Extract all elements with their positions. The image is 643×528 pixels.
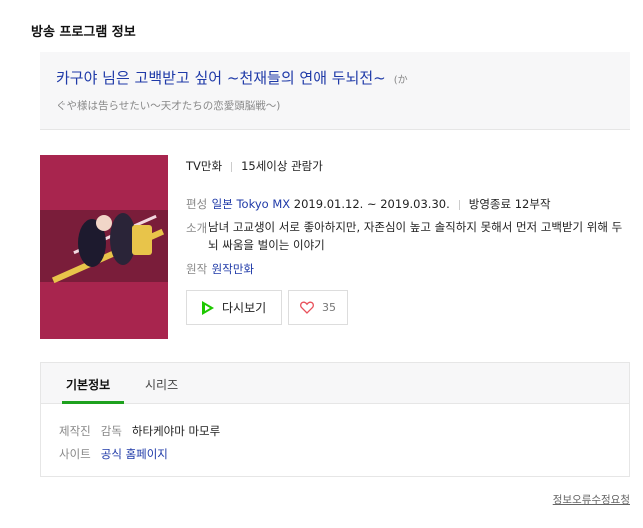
tab-series[interactable]: 시리즈 xyxy=(145,376,178,393)
poster-figure xyxy=(132,225,152,255)
play-icon xyxy=(200,300,216,316)
broadcast-period: 2019.01.12. ~ 2019.03.30. xyxy=(293,197,450,211)
rating-text: 15세이상 관람가 xyxy=(241,159,323,173)
like-count: 35 xyxy=(322,301,336,314)
director-name: 하타케야마 마모루 xyxy=(131,424,221,438)
production-row: 제작진 감독 하타케야마 마모루 xyxy=(59,423,220,439)
program-original-title-start: (か xyxy=(393,75,408,86)
program-title-box: 카구야 님은 고백받고 싶어 ~천재들의 연애 두뇌전~ (か ぐや様は告らせたい… xyxy=(40,52,630,130)
rewatch-button[interactable]: 다시보기 xyxy=(186,290,282,325)
source-row: 원작 원작만화 xyxy=(186,261,254,277)
like-button[interactable]: 35 xyxy=(288,290,348,325)
info-tabs-panel: 기본정보 시리즈 제작진 감독 하타케야마 마모루 사이트 공식 홈페이지 xyxy=(40,362,630,477)
tabs-header: 기본정보 시리즈 xyxy=(41,363,629,404)
broadcast-label: 편성 xyxy=(186,197,208,211)
divider xyxy=(231,161,233,172)
intro-text: 남녀 고교생이 서로 좋아하지만, 자존심이 높고 솔직하지 못해서 먼저 고백… xyxy=(208,220,623,252)
source-link[interactable]: 원작만화 xyxy=(212,262,254,276)
intro-label: 소개 xyxy=(186,221,208,235)
tab-basic-info[interactable]: 기본정보 xyxy=(66,376,110,393)
broadcast-channel-link[interactable]: Tokyo MX xyxy=(236,197,290,211)
broadcast-country-link[interactable]: 일본 xyxy=(212,197,233,211)
report-error-link[interactable]: 정보오류수정요청 xyxy=(553,492,630,507)
broadcast-status: 방영종료 12부작 xyxy=(468,197,551,211)
heart-icon xyxy=(300,301,314,314)
genre-text: TV만화 xyxy=(186,159,223,173)
poster-figure-face xyxy=(96,215,112,231)
program-meta: TV만화 15세이상 관람가 xyxy=(186,158,323,174)
site-row: 사이트 공식 홈페이지 xyxy=(59,446,168,462)
official-site-link[interactable]: 공식 홈페이지 xyxy=(101,447,168,461)
source-label: 원작 xyxy=(186,262,208,276)
site-label: 사이트 xyxy=(59,447,91,461)
program-title-text[interactable]: 카구야 님은 고백받고 싶어 ~천재들의 연애 두뇌전~ xyxy=(56,69,386,87)
rewatch-label: 다시보기 xyxy=(222,301,267,315)
intro-row: 소개 xyxy=(186,220,208,236)
production-label: 제작진 xyxy=(59,424,91,438)
director-label: 감독 xyxy=(100,424,122,438)
divider xyxy=(458,199,460,210)
tab-active-indicator xyxy=(62,401,124,404)
broadcast-row: 편성 일본 Tokyo MX 2019.01.12. ~ 2019.03.30.… xyxy=(186,196,551,212)
program-poster[interactable] xyxy=(40,155,168,339)
section-title: 방송 프로그램 정보 xyxy=(31,25,136,40)
program-original-title: ぐや様は告らせたい～天才たちの恋愛頭脳戦～) xyxy=(56,100,281,112)
program-title: 카구야 님은 고백받고 싶어 ~천재들의 연애 두뇌전~ (か xyxy=(56,67,408,88)
